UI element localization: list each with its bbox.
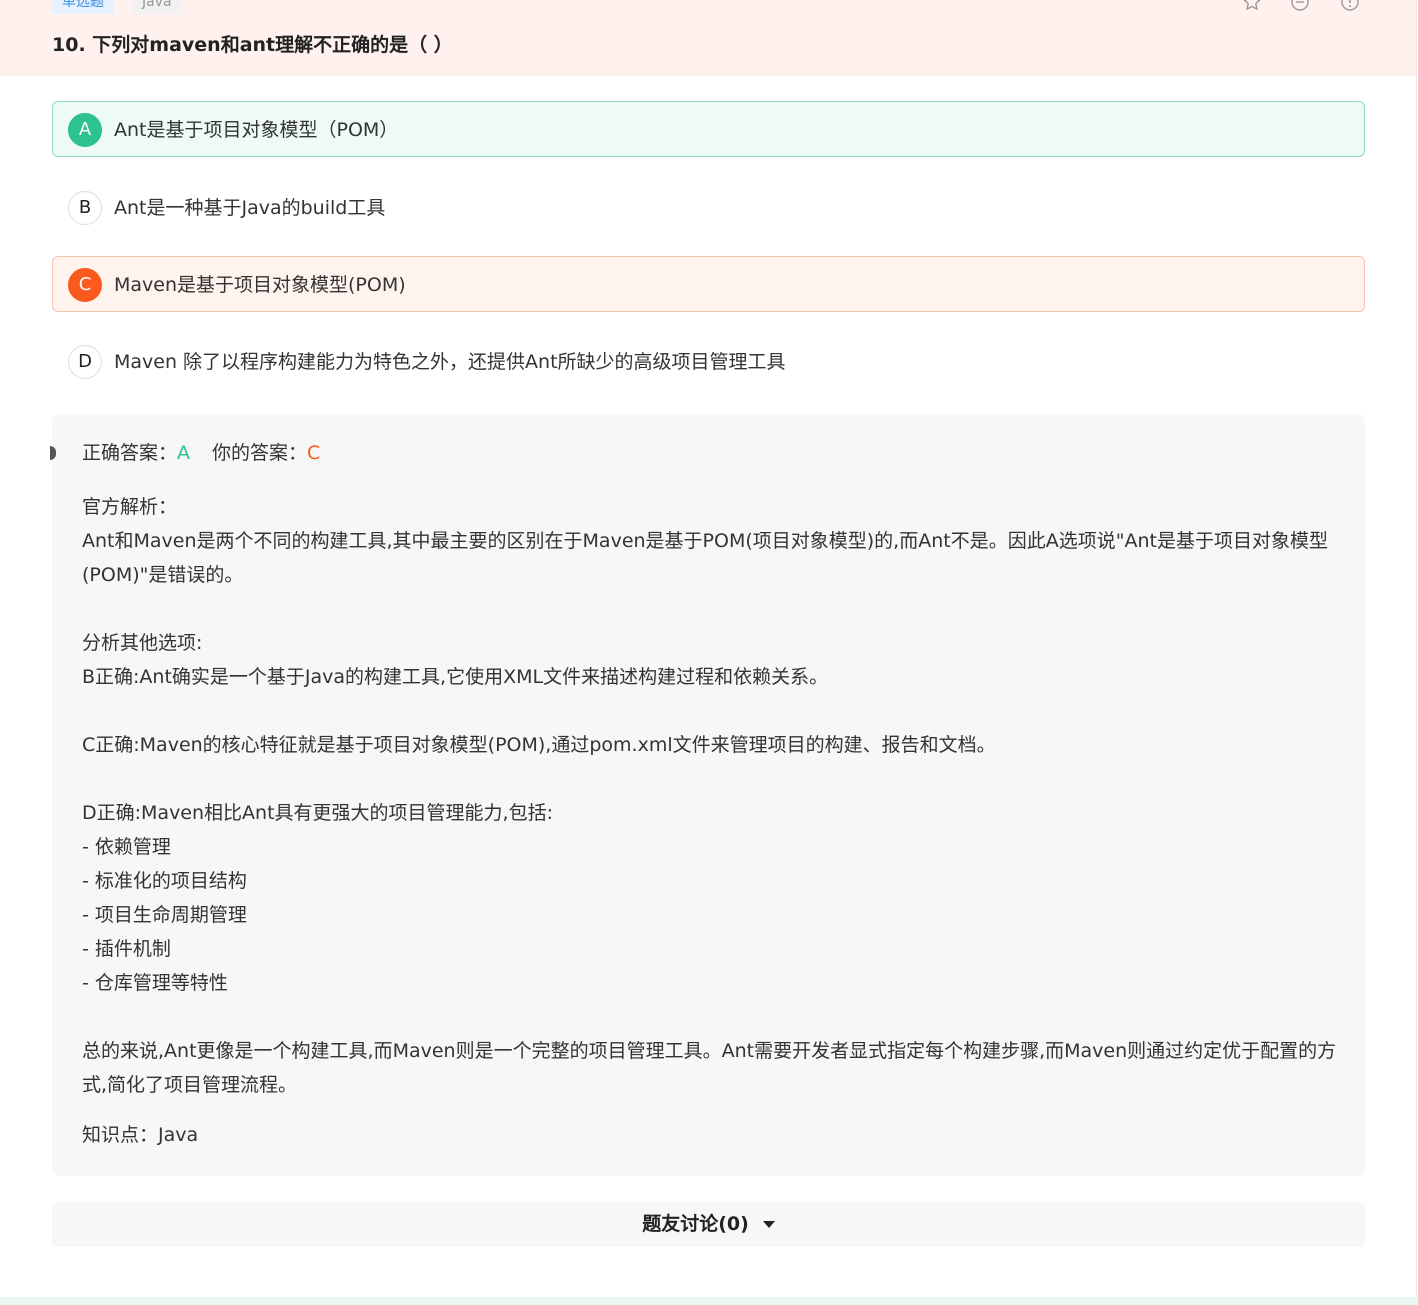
question-title: 10. 下列对maven和ant理解不正确的是（ ） [52,34,453,56]
star-icon[interactable] [1242,0,1262,12]
correct-answer-value: A [177,442,191,464]
correct-answer-label: 正确答案： [82,442,178,464]
question-type-tag: 单选题 [52,0,114,14]
info-circle-icon[interactable] [1340,0,1360,12]
option-letter: A [68,113,102,147]
bottom-strip [0,1297,1418,1305]
option-a[interactable]: A Ant是基于项目对象模型（POM） [52,101,1365,157]
question-header: 单选题 Java 10. 下列对maven和ant理解不正确的是（ ） [0,0,1416,76]
option-text: Maven 除了以程序构建能力为特色之外，还提供Ant所缺少的高级项目管理工具 [114,351,786,373]
discussion-toggle-button[interactable]: 题友讨论(0) [52,1202,1365,1247]
analysis-panel: 正确答案：A 你的答案：C 官方解析： Ant和Maven是两个不同的构建工具,其… [50,414,1365,1176]
your-answer-value: C [307,442,321,464]
question-topic-tag: Java [132,0,182,14]
option-letter: B [68,191,102,225]
side-marker [50,446,56,460]
option-text: Ant是基于项目对象模型（POM） [114,119,399,141]
explanation-text: 官方解析： Ant和Maven是两个不同的构建工具,其中最主要的区别在于Mave… [82,496,1337,1096]
option-b[interactable]: B Ant是一种基于Java的build工具 [52,179,1365,235]
knowledge-point: 知识点：Java [82,1124,199,1146]
your-answer-label: 你的答案： [212,442,308,464]
option-c[interactable]: C Maven是基于项目对象模型(POM) [52,256,1365,312]
minus-circle-icon[interactable] [1290,0,1310,12]
discussion-label: 题友讨论(0) [642,1213,749,1235]
question-card: 单选题 Java 10. 下列对maven和ant理解不正确的是（ ） A An… [0,0,1417,1297]
option-text: Ant是一种基于Java的build工具 [114,197,386,219]
caret-down-icon [762,1221,775,1228]
option-letter: C [68,268,102,302]
option-d[interactable]: D Maven 除了以程序构建能力为特色之外，还提供Ant所缺少的高级项目管理工… [52,333,1365,389]
answer-line: 正确答案：A 你的答案：C [82,438,320,468]
option-text: Maven是基于项目对象模型(POM) [114,274,406,296]
option-letter: D [68,345,102,379]
